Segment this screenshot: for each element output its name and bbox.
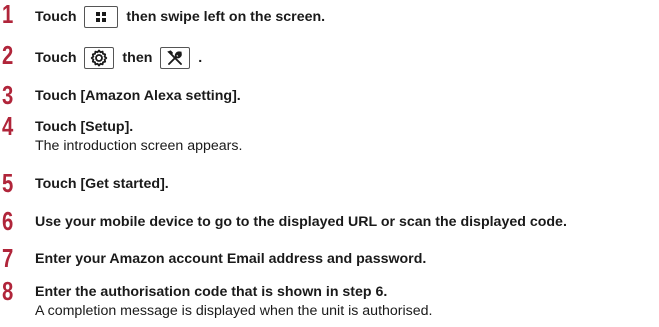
step-number: 6 bbox=[2, 206, 14, 236]
tools-icon bbox=[160, 47, 191, 69]
step-text: Touch [Amazon Alexa setting]. bbox=[35, 88, 241, 104]
step-text: Enter the authorisation code that is sho… bbox=[35, 284, 388, 300]
step-number: 7 bbox=[2, 243, 14, 273]
step-description: The introduction screen appears. bbox=[35, 138, 243, 154]
step-number: 5 bbox=[2, 168, 14, 198]
step-text: Touch then swipe left on the screen. bbox=[35, 6, 325, 28]
step-text: Touch then . bbox=[35, 47, 202, 69]
instruction-steps: 1 Touch then swipe left on the screen. 2… bbox=[0, 0, 659, 327]
step-text-part: then swipe left on the screen. bbox=[126, 9, 326, 25]
step-number: 1 bbox=[2, 0, 14, 29]
step-text-part: then bbox=[122, 50, 153, 66]
step-text: Use your mobile device to go to the disp… bbox=[35, 214, 567, 230]
grid-icon bbox=[84, 6, 119, 28]
gear-icon bbox=[84, 47, 115, 69]
step-number: 3 bbox=[2, 80, 14, 110]
step-text: Touch [Setup]. bbox=[35, 119, 134, 135]
step-text-part: Touch bbox=[35, 9, 77, 25]
step-text: Touch [Get started]. bbox=[35, 176, 169, 192]
step-text-part: . bbox=[198, 50, 203, 66]
step-number: 4 bbox=[2, 111, 14, 141]
step-number: 8 bbox=[2, 276, 14, 306]
step-text-part: Touch bbox=[35, 50, 77, 66]
step-number: 2 bbox=[2, 40, 14, 70]
step-description: A completion message is displayed when t… bbox=[35, 303, 433, 319]
step-text: Enter your Amazon account Email address … bbox=[35, 251, 427, 267]
